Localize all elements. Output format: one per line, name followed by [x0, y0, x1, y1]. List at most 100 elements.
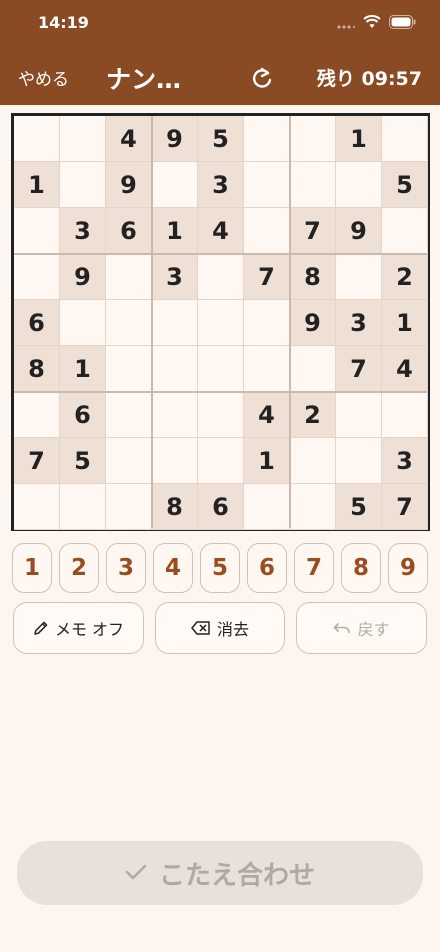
board-cell[interactable] — [244, 346, 290, 392]
board-cell[interactable] — [244, 208, 290, 254]
board-cell[interactable]: 4 — [244, 392, 290, 438]
board-cell[interactable]: 9 — [106, 162, 152, 208]
board-cell[interactable] — [152, 300, 198, 346]
board-cell[interactable] — [244, 162, 290, 208]
board-cell[interactable] — [106, 438, 152, 484]
quit-button[interactable]: やめる — [18, 65, 69, 90]
board-cell[interactable] — [152, 346, 198, 392]
board-cell[interactable]: 9 — [336, 208, 382, 254]
board-cell[interactable] — [14, 254, 60, 300]
board-cell[interactable]: 1 — [60, 346, 106, 392]
board-cell[interactable]: 3 — [152, 254, 198, 300]
board-cell[interactable]: 5 — [382, 162, 428, 208]
board-cell[interactable] — [106, 484, 152, 530]
board-cell[interactable] — [198, 300, 244, 346]
undo-button[interactable]: 戻す — [296, 602, 427, 654]
board-cell[interactable] — [290, 116, 336, 162]
number-key[interactable]: 3 — [106, 543, 146, 593]
board-cell[interactable] — [60, 300, 106, 346]
board-cell[interactable] — [14, 116, 60, 162]
board-cell[interactable] — [244, 116, 290, 162]
board-cell[interactable]: 7 — [244, 254, 290, 300]
delete-icon — [191, 620, 211, 636]
board-cell[interactable] — [290, 346, 336, 392]
board-cell[interactable]: 3 — [336, 300, 382, 346]
number-key[interactable]: 5 — [200, 543, 240, 593]
undo-label: 戻す — [357, 620, 390, 639]
board-cell[interactable]: 6 — [14, 300, 60, 346]
board-cell[interactable]: 6 — [106, 208, 152, 254]
board-cell[interactable]: 7 — [14, 438, 60, 484]
number-pad: 123456789 — [12, 543, 429, 593]
board-cell[interactable]: 5 — [336, 484, 382, 530]
number-key[interactable]: 2 — [59, 543, 99, 593]
board-cell[interactable] — [14, 208, 60, 254]
board-cell[interactable]: 2 — [382, 254, 428, 300]
board-cell[interactable]: 6 — [198, 484, 244, 530]
board-cell[interactable] — [336, 162, 382, 208]
board-cell[interactable]: 9 — [60, 254, 106, 300]
board-cell[interactable]: 6 — [60, 392, 106, 438]
board-cell[interactable]: 7 — [336, 346, 382, 392]
board-cell[interactable]: 4 — [106, 116, 152, 162]
check-answer-button[interactable]: こたえ合わせ — [17, 841, 423, 905]
board-cell[interactable]: 8 — [14, 346, 60, 392]
board-cell[interactable] — [14, 484, 60, 530]
board-cell[interactable] — [14, 392, 60, 438]
board-cell[interactable]: 3 — [198, 162, 244, 208]
board-cell[interactable] — [106, 392, 152, 438]
board-cell[interactable] — [198, 346, 244, 392]
board-cell[interactable] — [382, 208, 428, 254]
board-cell[interactable] — [198, 254, 244, 300]
number-key[interactable]: 1 — [12, 543, 52, 593]
board-cell[interactable]: 3 — [60, 208, 106, 254]
board-cell[interactable] — [244, 300, 290, 346]
number-key[interactable]: 4 — [153, 543, 193, 593]
board-cell[interactable] — [60, 116, 106, 162]
board-cell[interactable]: 5 — [198, 116, 244, 162]
board-cell[interactable] — [198, 438, 244, 484]
board-cell[interactable] — [198, 392, 244, 438]
board-cell[interactable]: 9 — [290, 300, 336, 346]
board-cell[interactable]: 1 — [382, 300, 428, 346]
board-cell[interactable]: 1 — [336, 116, 382, 162]
board-cell[interactable] — [60, 162, 106, 208]
board-cell[interactable]: 1 — [244, 438, 290, 484]
board-cell[interactable] — [152, 162, 198, 208]
board-cell[interactable]: 2 — [290, 392, 336, 438]
board-cell[interactable] — [152, 392, 198, 438]
board-cell[interactable]: 3 — [382, 438, 428, 484]
board-cell[interactable] — [290, 162, 336, 208]
board-cell[interactable] — [60, 484, 106, 530]
board-cell[interactable]: 5 — [60, 438, 106, 484]
board-cell[interactable]: 1 — [14, 162, 60, 208]
board-cell[interactable] — [290, 484, 336, 530]
board-cell[interactable] — [336, 438, 382, 484]
number-key[interactable]: 6 — [247, 543, 287, 593]
box-divider-horizontal — [14, 391, 427, 393]
board-cell[interactable] — [152, 438, 198, 484]
board-cell[interactable] — [106, 346, 152, 392]
board-cell[interactable]: 4 — [198, 208, 244, 254]
board-cell[interactable] — [106, 300, 152, 346]
board-cell[interactable] — [382, 392, 428, 438]
erase-button[interactable]: 消去 — [155, 602, 285, 654]
board-cell[interactable]: 7 — [382, 484, 428, 530]
reload-icon[interactable] — [248, 65, 276, 93]
memo-toggle-button[interactable]: メモ オフ — [13, 602, 144, 654]
board-cell[interactable] — [106, 254, 152, 300]
board-cell[interactable] — [336, 392, 382, 438]
board-cell[interactable] — [382, 116, 428, 162]
board-cell[interactable]: 8 — [290, 254, 336, 300]
board-cell[interactable] — [290, 438, 336, 484]
board-cell[interactable] — [336, 254, 382, 300]
number-key[interactable]: 7 — [294, 543, 334, 593]
number-key[interactable]: 8 — [341, 543, 381, 593]
board-cell[interactable]: 7 — [290, 208, 336, 254]
board-cell[interactable]: 8 — [152, 484, 198, 530]
board-cell[interactable]: 1 — [152, 208, 198, 254]
board-cell[interactable]: 4 — [382, 346, 428, 392]
board-cell[interactable]: 9 — [152, 116, 198, 162]
number-key[interactable]: 9 — [388, 543, 428, 593]
board-cell[interactable] — [244, 484, 290, 530]
